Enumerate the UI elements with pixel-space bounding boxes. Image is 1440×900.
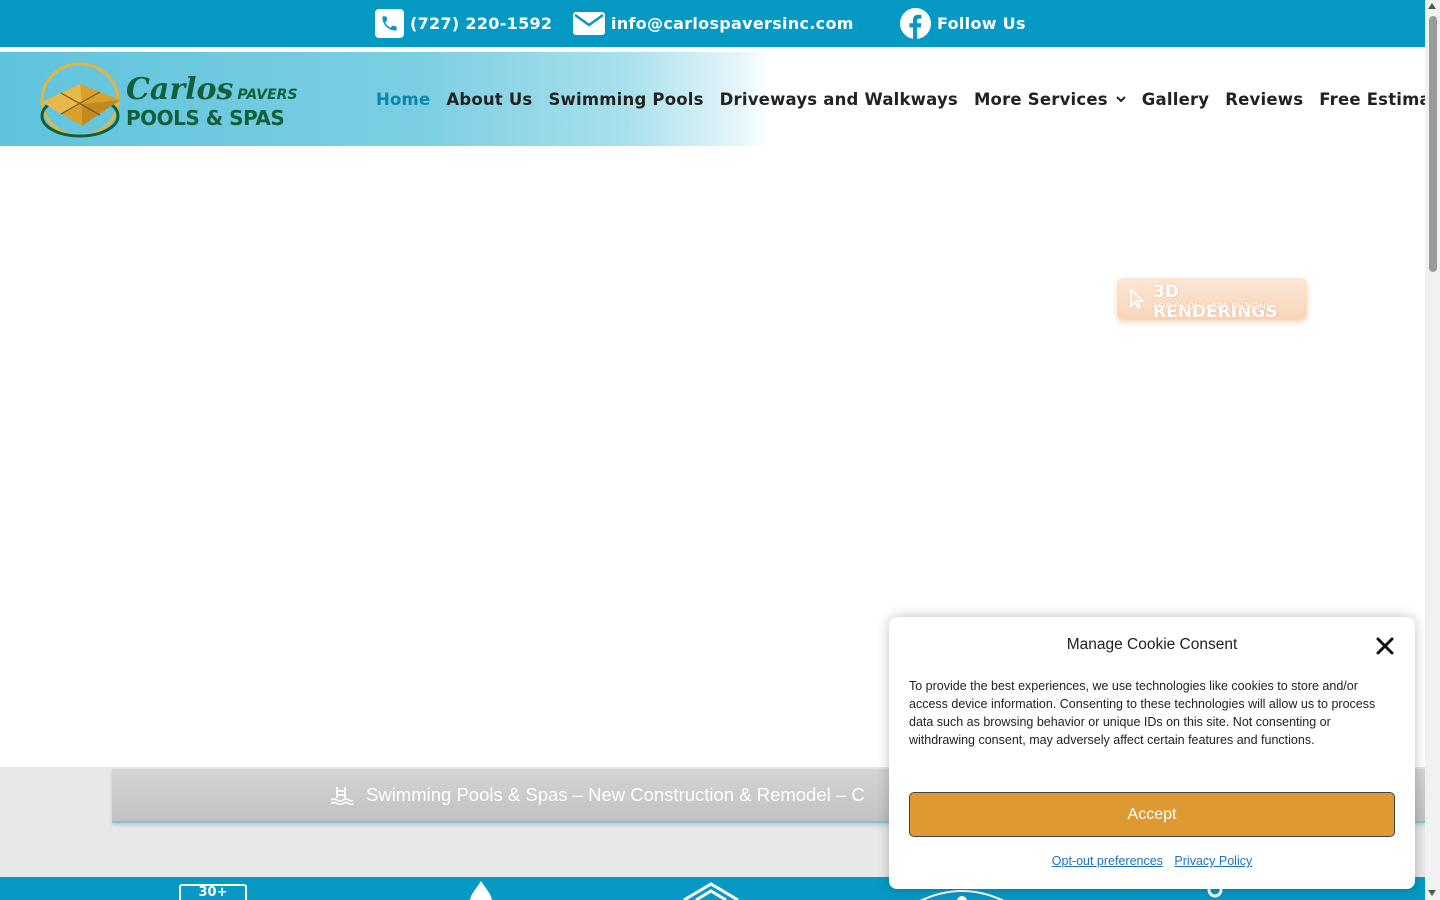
nav-item-gallery[interactable]: Gallery [1142, 90, 1209, 109]
opt-out-preferences-link[interactable]: Opt-out preferences [1052, 854, 1163, 868]
years-badge: 30+ [179, 884, 247, 900]
cookie-links: Opt-out preferences Privacy Policy [889, 854, 1415, 868]
facebook-icon [900, 8, 931, 39]
nav-item-free-estimate[interactable]: Free Estimate [1319, 90, 1440, 109]
cookie-consent-dialog: Manage Cookie Consent To provide the bes… [889, 617, 1415, 889]
nav-item-reviews[interactable]: Reviews [1225, 90, 1303, 109]
logo-tagline: POOLS & SPAS [126, 106, 285, 130]
site-header: Carlos PAVERS POOLS & SPAS Home About Us … [0, 52, 1440, 146]
nav-item-driveways[interactable]: Driveways and Walkways [720, 90, 958, 109]
envelope-icon [573, 12, 605, 35]
logo-name: Carlos [126, 72, 234, 107]
follow-us-link[interactable]: Follow Us [900, 0, 1026, 47]
email-link[interactable]: info@carlospaversinc.com [573, 0, 854, 47]
phone-link[interactable]: (727) 220-1592 [375, 0, 552, 47]
nav-item-home[interactable]: Home [376, 90, 430, 109]
nav-item-about-us[interactable]: About Us [446, 90, 532, 109]
email-address: info@carlospaversinc.com [611, 14, 854, 33]
water-drop-icon [470, 881, 492, 900]
privacy-policy-link[interactable]: Privacy Policy [1174, 854, 1252, 868]
chevron-down-icon [1116, 95, 1126, 102]
main-nav: Home About Us Swimming Pools Driveways a… [376, 52, 1440, 146]
follow-us-label: Follow Us [937, 14, 1026, 33]
scroll-down-arrow-icon[interactable] [1428, 890, 1436, 896]
logo-emblem-icon [40, 62, 120, 138]
scroll-up-arrow-icon[interactable] [1428, 3, 1436, 9]
page-scrollbar[interactable] [1425, 0, 1440, 900]
accept-button[interactable]: Accept [909, 792, 1395, 837]
phone-number: (727) 220-1592 [410, 14, 553, 33]
ticker-text: Swimming Pools & Spas – New Construction… [366, 784, 865, 805]
nav-item-more-services[interactable]: More Services [974, 90, 1126, 109]
site-logo[interactable]: Carlos PAVERS POOLS & SPAS [36, 60, 298, 140]
logo-wordmark: Carlos PAVERS [126, 72, 298, 107]
cookie-description: To provide the best experiences, we use … [909, 679, 1376, 747]
house-icon [683, 882, 739, 900]
3d-renderings-badge[interactable]: 3D RENDERINGS FOR POOL & SPA DESIGNS [1117, 278, 1307, 322]
swimmer-icon [330, 787, 354, 805]
close-icon[interactable] [1376, 637, 1394, 655]
phone-icon [375, 9, 404, 38]
badge-subtitle: FOR POOL & SPA DESIGNS [1153, 302, 1272, 312]
top-contact-bar: (727) 220-1592 info@carlospaversinc.com … [0, 0, 1425, 47]
logo-pavers: PAVERS [237, 87, 298, 103]
scroll-thumb[interactable] [1429, 16, 1437, 272]
cookie-title: Manage Cookie Consent [1066, 636, 1238, 653]
nav-more-services-label: More Services [973, 89, 1108, 109]
nav-item-swimming-pools[interactable]: Swimming Pools [548, 90, 703, 109]
cursor-click-icon [1130, 288, 1145, 310]
